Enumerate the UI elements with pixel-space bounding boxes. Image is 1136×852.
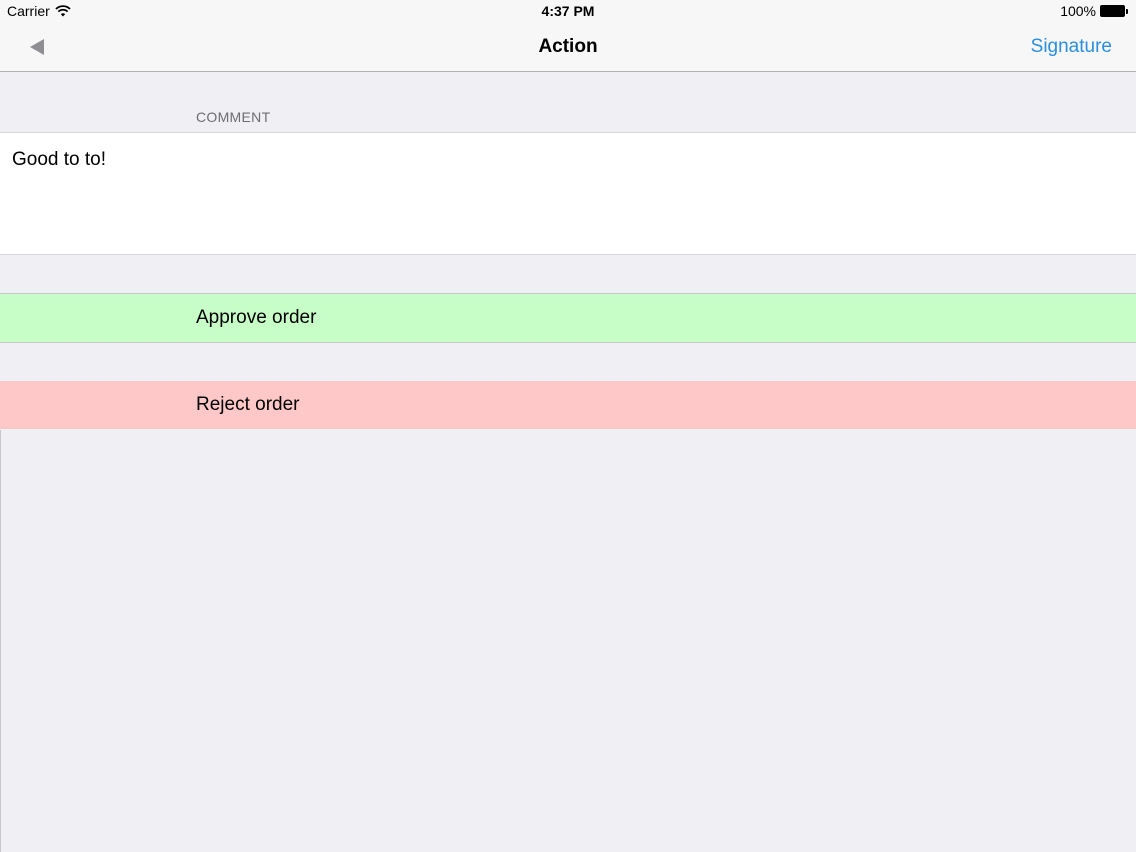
approve-order-label: Approve order xyxy=(196,307,317,328)
navigation-bar: Action Signature xyxy=(0,24,1136,72)
status-right: 100% xyxy=(1060,3,1128,19)
signature-button[interactable]: Signature xyxy=(1031,36,1112,58)
comment-field[interactable]: Good to to! xyxy=(0,132,1136,255)
approve-order-button[interactable]: Approve order xyxy=(0,293,1136,343)
reject-order-label: Reject order xyxy=(196,394,300,415)
left-divider xyxy=(0,430,1,852)
battery-icon xyxy=(1100,5,1128,17)
comment-text[interactable]: Good to to! xyxy=(12,149,106,171)
page-title: Action xyxy=(538,36,598,57)
status-bar: Carrier 4:37 PM 100% xyxy=(0,0,1136,24)
comment-section-header: COMMENT xyxy=(196,109,271,125)
battery-percentage: 100% xyxy=(1060,3,1096,19)
status-time: 4:37 PM xyxy=(541,3,595,19)
reject-order-button[interactable]: Reject order xyxy=(0,381,1136,429)
